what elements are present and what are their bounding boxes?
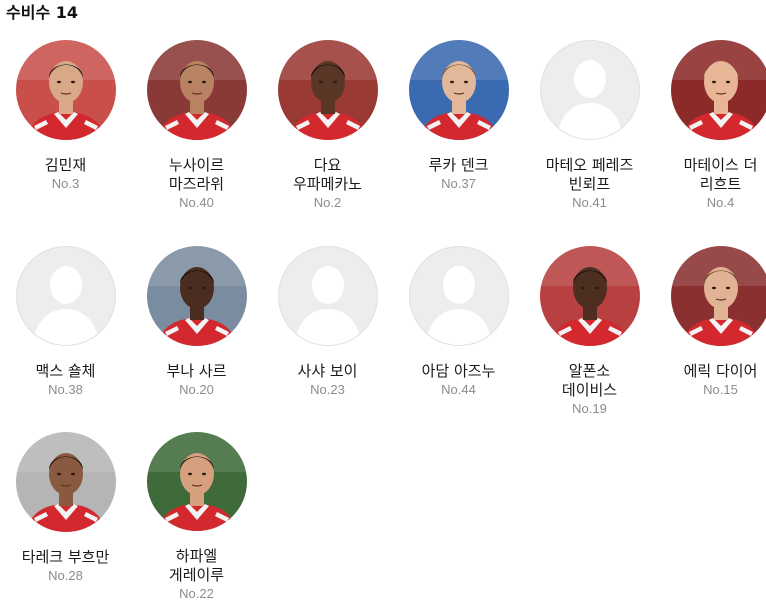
player-number: No.19 <box>572 401 607 416</box>
player-photo <box>670 40 766 140</box>
player-photo <box>15 432 116 532</box>
player-card[interactable]: 맥스 숄체 No.38 <box>0 246 131 432</box>
player-avatar[interactable] <box>670 246 766 346</box>
player-photo <box>277 40 378 140</box>
player-number: No.2 <box>313 195 342 210</box>
player-card[interactable]: 사샤 보이 No.23 <box>262 246 393 432</box>
player-photo <box>15 40 116 140</box>
player-name[interactable]: 김민재 <box>20 156 112 175</box>
player-number: No.38 <box>48 382 83 397</box>
player-name[interactable]: 알폰소 데이비스 <box>544 362 636 400</box>
player-photo <box>146 246 247 346</box>
player-avatar[interactable] <box>146 246 247 346</box>
default-avatar-icon <box>32 266 99 345</box>
player-number: No.41 <box>572 195 607 210</box>
default-avatar-icon <box>556 60 623 139</box>
player-avatar[interactable] <box>408 40 509 140</box>
player-name[interactable]: 맥스 숄체 <box>20 362 112 381</box>
player-number: No.22 <box>179 586 214 601</box>
player-card[interactable]: 김민재 No.3 <box>0 40 131 246</box>
player-grid: 김민재 No.3 누사이르 마즈라위 No.40 다요 우파메카노 No.2 루카 덴크 No… <box>0 40 766 602</box>
player-card[interactable]: 타레크 부흐만 No.28 <box>0 432 131 602</box>
player-card[interactable]: 다요 우파메카노 No.2 <box>262 40 393 246</box>
player-photo <box>539 246 640 346</box>
player-card[interactable]: 하파엘 게레이루 No.22 <box>131 432 262 602</box>
player-avatar[interactable] <box>15 246 116 346</box>
player-photo <box>670 246 766 346</box>
player-name[interactable]: 마테오 페레즈 빈뢰프 <box>544 156 636 194</box>
player-card[interactable]: 부나 사르 No.20 <box>131 246 262 432</box>
player-name[interactable]: 하파엘 게레이루 <box>151 547 243 585</box>
player-number: No.37 <box>441 176 476 191</box>
player-avatar[interactable] <box>15 40 116 140</box>
player-number: No.3 <box>51 176 80 191</box>
player-name[interactable]: 부나 사르 <box>151 362 243 381</box>
player-number: No.44 <box>441 382 476 397</box>
player-number: No.28 <box>48 568 83 583</box>
default-avatar-icon <box>294 266 361 345</box>
player-card[interactable]: 에릭 다이어 No.15 <box>655 246 766 432</box>
player-number: No.20 <box>179 382 214 397</box>
player-name[interactable]: 루카 덴크 <box>413 156 505 175</box>
player-name[interactable]: 마테이스 더 리흐트 <box>675 156 766 194</box>
player-avatar[interactable] <box>408 246 509 346</box>
player-name[interactable]: 다요 우파메카노 <box>282 156 374 194</box>
player-card[interactable]: 알폰소 데이비스 No.19 <box>524 246 655 432</box>
player-name[interactable]: 에릭 다이어 <box>675 362 766 381</box>
player-photo <box>146 432 247 531</box>
player-number: No.4 <box>706 195 735 210</box>
player-number: No.23 <box>310 382 345 397</box>
player-photo <box>146 40 247 140</box>
player-name[interactable]: 아담 아즈누 <box>413 362 505 381</box>
player-avatar[interactable] <box>539 246 640 346</box>
player-name[interactable]: 누사이르 마즈라위 <box>151 156 243 194</box>
player-avatar[interactable] <box>146 40 247 140</box>
section-title: 수비수 14 <box>6 3 78 22</box>
player-card[interactable]: 마테이스 더 리흐트 No.4 <box>655 40 766 246</box>
player-number: No.15 <box>703 382 738 397</box>
default-avatar-icon <box>425 266 492 345</box>
player-photo <box>408 40 509 140</box>
player-card[interactable]: 마테오 페레즈 빈뢰프 No.41 <box>524 40 655 246</box>
player-avatar[interactable] <box>539 40 640 140</box>
player-name[interactable]: 타레크 부흐만 <box>20 548 112 567</box>
player-avatar[interactable] <box>670 40 766 140</box>
player-card[interactable]: 누사이르 마즈라위 No.40 <box>131 40 262 246</box>
player-number: No.40 <box>179 195 214 210</box>
player-avatar[interactable] <box>277 246 378 346</box>
player-avatar[interactable] <box>146 432 247 531</box>
player-card[interactable]: 루카 덴크 No.37 <box>393 40 524 246</box>
player-avatar[interactable] <box>15 432 116 532</box>
player-name[interactable]: 사샤 보이 <box>282 362 374 381</box>
player-card[interactable]: 아담 아즈누 No.44 <box>393 246 524 432</box>
player-avatar[interactable] <box>277 40 378 140</box>
